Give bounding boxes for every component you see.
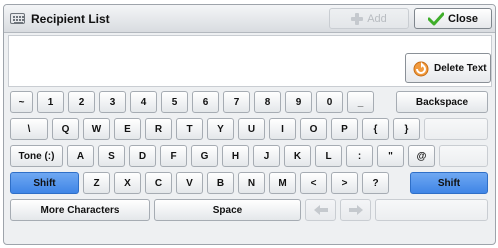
- key-p[interactable]: P: [331, 118, 358, 140]
- more-characters-key[interactable]: More Characters: [10, 199, 150, 221]
- key-9[interactable]: 9: [285, 91, 312, 113]
- key-r[interactable]: R: [145, 118, 172, 140]
- key-8[interactable]: 8: [254, 91, 281, 113]
- title-bar: Recipient List Add Close: [4, 5, 495, 33]
- key-y[interactable]: Y: [207, 118, 234, 140]
- delete-text-button[interactable]: Delete Text: [405, 53, 491, 83]
- key-c[interactable]: C: [145, 172, 172, 194]
- key-i[interactable]: I: [269, 118, 296, 140]
- key-k[interactable]: K: [284, 145, 311, 167]
- key-open-brace[interactable]: {: [362, 118, 389, 140]
- key-at[interactable]: @: [408, 145, 435, 167]
- key-t[interactable]: T: [176, 118, 203, 140]
- key-d[interactable]: D: [129, 145, 156, 167]
- key-w[interactable]: W: [83, 118, 110, 140]
- key-u[interactable]: U: [238, 118, 265, 140]
- shift-right-key[interactable]: Shift: [410, 172, 488, 194]
- key-backslash[interactable]: \: [10, 118, 48, 140]
- key-close-brace[interactable]: }: [393, 118, 420, 140]
- key-underscore[interactable]: _: [347, 91, 374, 113]
- add-button-label: Add: [367, 12, 387, 25]
- key-b[interactable]: B: [207, 172, 234, 194]
- key-blank-row3: [439, 145, 488, 167]
- key-colon[interactable]: :: [346, 145, 373, 167]
- key-4[interactable]: 4: [130, 91, 157, 113]
- key-less-than[interactable]: <: [300, 172, 327, 194]
- key-question[interactable]: ?: [362, 172, 389, 194]
- key-z[interactable]: Z: [83, 172, 110, 194]
- arrow-left-key[interactable]: [305, 199, 336, 221]
- key-5[interactable]: 5: [161, 91, 188, 113]
- arrow-right-key[interactable]: [340, 199, 371, 221]
- recipient-list-dialog: Recipient List Add Close Delete Text ~ 1…: [3, 4, 496, 245]
- key-3[interactable]: 3: [99, 91, 126, 113]
- checkmark-icon: [428, 12, 445, 25]
- key-0[interactable]: 0: [316, 91, 343, 113]
- arrow-right-icon: [348, 205, 363, 215]
- key-f[interactable]: F: [160, 145, 187, 167]
- key-q[interactable]: Q: [52, 118, 79, 140]
- tone-key[interactable]: Tone (:): [10, 145, 63, 167]
- key-blank-row2: [424, 118, 488, 140]
- key-s[interactable]: S: [98, 145, 125, 167]
- arrow-left-icon: [313, 205, 328, 215]
- backspace-key[interactable]: Backspace: [396, 91, 488, 113]
- close-button-label: Close: [448, 12, 478, 25]
- key-o[interactable]: O: [300, 118, 327, 140]
- key-a[interactable]: A: [67, 145, 94, 167]
- key-greater-than[interactable]: >: [331, 172, 358, 194]
- space-key[interactable]: Space: [154, 199, 301, 221]
- shift-left-key[interactable]: Shift: [10, 172, 79, 194]
- keyboard-icon: [10, 13, 25, 24]
- key-7[interactable]: 7: [223, 91, 250, 113]
- on-screen-keyboard: ~ 1 2 3 4 5 6 7 8 9 0 _ Backspace \ Q W …: [10, 91, 494, 241]
- key-m[interactable]: M: [269, 172, 296, 194]
- dialog-title: Recipient List: [31, 12, 110, 26]
- close-button[interactable]: Close: [414, 8, 492, 29]
- key-quote[interactable]: ": [377, 145, 404, 167]
- key-j[interactable]: J: [253, 145, 280, 167]
- key-tilde[interactable]: ~: [10, 91, 33, 113]
- plus-icon: [351, 12, 364, 25]
- delete-text-label: Delete Text: [434, 62, 487, 74]
- key-n[interactable]: N: [238, 172, 265, 194]
- key-g[interactable]: G: [191, 145, 218, 167]
- key-h[interactable]: H: [222, 145, 249, 167]
- key-6[interactable]: 6: [192, 91, 219, 113]
- delete-text-icon: [413, 61, 429, 77]
- key-v[interactable]: V: [176, 172, 203, 194]
- key-blank-row5: [375, 199, 488, 221]
- key-1[interactable]: 1: [37, 91, 64, 113]
- key-l[interactable]: L: [315, 145, 342, 167]
- key-x[interactable]: X: [114, 172, 141, 194]
- key-e[interactable]: E: [114, 118, 141, 140]
- key-2[interactable]: 2: [68, 91, 95, 113]
- add-button[interactable]: Add: [329, 8, 409, 29]
